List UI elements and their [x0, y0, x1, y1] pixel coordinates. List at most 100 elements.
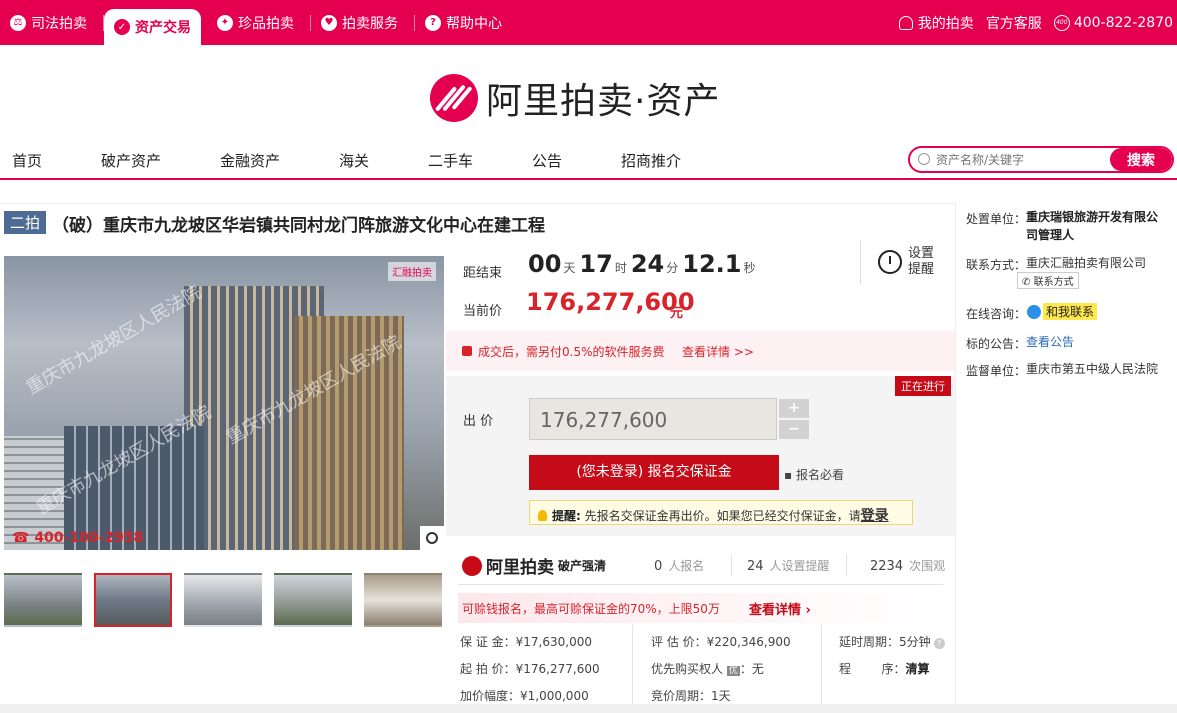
hours-value: 17: [579, 250, 613, 278]
priority-icon: 优: [726, 666, 740, 676]
login-link[interactable]: 登录: [861, 508, 889, 524]
divider: [632, 625, 633, 705]
phone-icon: 400: [1053, 14, 1070, 31]
notice-link[interactable]: 查看公告: [1026, 333, 1074, 351]
ali-logo-icon: [462, 555, 482, 576]
divider: [860, 240, 861, 284]
priority-label: 优先购买权人: [651, 662, 724, 676]
main-photo[interactable]: 重庆市九龙坡区人民法院 重庆市九龙坡区人民法院 重庆市九龙坡区人民法院 汇融拍卖…: [4, 256, 444, 550]
status-badge: 正在进行: [895, 376, 951, 396]
fee-detail-link[interactable]: 查看详情 >>: [682, 343, 754, 360]
contact-chip-label: 联系方式: [1033, 277, 1074, 288]
promo-detail-link[interactable]: 查看详情 ›: [749, 599, 811, 618]
contact-chip[interactable]: ✆ 联系方式: [1017, 272, 1079, 289]
my-auction-link[interactable]: 我的拍卖: [898, 13, 974, 33]
top-nav-label: 拍卖服务: [342, 15, 398, 32]
bid-amount-input[interactable]: 176,277,600: [529, 398, 777, 440]
thumbnail-strip: [4, 573, 454, 627]
delay-cycle: 延时周期：5分钟?: [839, 633, 945, 650]
notice-label: 标的公告：: [966, 337, 1027, 351]
thumbnail[interactable]: [184, 573, 262, 627]
view-count-value: 2234: [870, 559, 904, 574]
reminder-count-value: 24: [747, 559, 764, 574]
nav-finance[interactable]: 金融资产: [220, 150, 280, 171]
search-button[interactable]: 搜索: [1110, 148, 1172, 171]
appraisal-price: 评 估 价：¥220,346,900: [651, 635, 791, 649]
bid-cycle: 竞价周期：1天: [651, 689, 731, 703]
hours-unit: 时: [614, 261, 627, 275]
top-nav-help[interactable]: ? 帮助中心: [415, 5, 512, 41]
must-read-link[interactable]: ▪ 报名必看: [784, 466, 844, 483]
brand-text: 阿里拍卖: [486, 558, 554, 578]
secs-unit: 秒: [743, 261, 756, 275]
heart-icon: ♥: [321, 14, 337, 31]
zoom-button[interactable]: [420, 526, 444, 550]
nav-bankrupt[interactable]: 破产资产: [101, 150, 161, 171]
signup-deposit-button[interactable]: (您未登录) 报名交保证金: [529, 455, 779, 490]
nav-investment[interactable]: 招商推介: [621, 150, 681, 171]
days-value: 00: [528, 250, 562, 278]
top-nav-judicial[interactable]: ⚖ 司法拍卖: [0, 5, 97, 41]
my-auction-label: 我的拍卖: [917, 15, 974, 32]
photo-badge: 汇融拍卖: [388, 262, 436, 281]
top-nav-service[interactable]: ♥ 拍卖服务: [311, 5, 408, 41]
thumbnail[interactable]: [4, 573, 82, 627]
view-count: 2234 次围观: [870, 557, 945, 574]
promo-text: 可赊钱报名，最高可赊保证金的70%，上限50万: [462, 602, 720, 616]
help-icon[interactable]: ?: [933, 638, 945, 649]
mins-value: 24: [630, 250, 665, 278]
online-contact-button[interactable]: 和我联系: [1027, 303, 1098, 320]
watermark: 重庆市九龙坡区人民法院: [22, 281, 205, 399]
credit-promo: 可赊钱报名，最高可赊保证金的70%，上限50万 查看详情 ›: [458, 593, 938, 623]
phone-number: 400 400-822-2870: [1053, 14, 1173, 31]
thumbnail[interactable]: [364, 573, 442, 627]
increase-button[interactable]: +: [779, 399, 809, 418]
days-unit: 天: [563, 261, 576, 275]
top-right: 我的拍卖 官方客服 400 400-822-2870: [887, 0, 1173, 45]
contact-label: 联系方式：: [966, 258, 1027, 272]
top-nav-treasure[interactable]: ✦ 珍品拍卖: [207, 5, 304, 41]
divider: [731, 554, 732, 576]
alarm-clock-icon: [878, 250, 902, 274]
procedure-label: 程 序：: [839, 662, 906, 676]
countdown: 00 天 17 时 24 分 12.1 秒: [528, 250, 760, 278]
search-input[interactable]: [936, 150, 1112, 170]
reminder-count-label: 人设置提醒: [769, 559, 830, 573]
nav-home[interactable]: 首页: [12, 150, 42, 171]
thumbnail[interactable]: [274, 573, 352, 627]
must-read-label: 报名必看: [795, 468, 844, 482]
procedure-value: 清算: [905, 662, 930, 676]
nav-notice[interactable]: 公告: [532, 150, 562, 171]
search-box: 搜索: [908, 146, 1174, 173]
fee-text-body: 成交后，需另付0.5%的软件服务费: [478, 345, 665, 359]
view-count-label: 次围观: [909, 559, 946, 573]
top-nav-label: 司法拍卖: [31, 15, 87, 32]
disposer-label: 处置单位：: [966, 212, 1027, 226]
service-link[interactable]: 官方客服: [986, 13, 1042, 33]
nav-used-car[interactable]: 二手车: [428, 150, 473, 171]
search-icon: [918, 153, 930, 165]
phone-icon: ✆: [1022, 277, 1031, 288]
online-label: 在线咨询：: [966, 307, 1027, 321]
divider: [458, 584, 943, 585]
top-nav-asset[interactable]: ✓ 资产交易: [104, 9, 201, 45]
fee-text: 成交后，需另付0.5%的软件服务费: [462, 343, 665, 360]
help-icon: ?: [425, 14, 441, 31]
contact-company: 重庆汇融拍卖有限公司: [1026, 256, 1147, 270]
decrease-button[interactable]: −: [779, 420, 809, 439]
asset-icon: ✓: [114, 19, 130, 35]
increment: 加价幅度：¥1,000,000: [460, 689, 589, 703]
user-icon: [898, 15, 913, 30]
footer-strip: [0, 704, 1177, 713]
countdown-label: 距结束: [463, 266, 503, 281]
set-reminder-button[interactable]: 设置提醒: [878, 246, 938, 278]
top-nav-label: 帮助中心: [446, 15, 502, 32]
thumbnail[interactable]: [94, 573, 172, 627]
photo-phone: ☎ 400-100-2958: [12, 530, 144, 546]
site-logo[interactable]: 阿里拍卖·资产: [430, 72, 720, 124]
nav-customs[interactable]: 海关: [339, 150, 369, 171]
magnifier-icon: [426, 532, 438, 544]
online-contact-label: 和我联系: [1043, 303, 1098, 320]
signup-count-label: 人报名: [668, 559, 705, 573]
logo-text: 阿里拍卖·资产: [486, 81, 721, 122]
